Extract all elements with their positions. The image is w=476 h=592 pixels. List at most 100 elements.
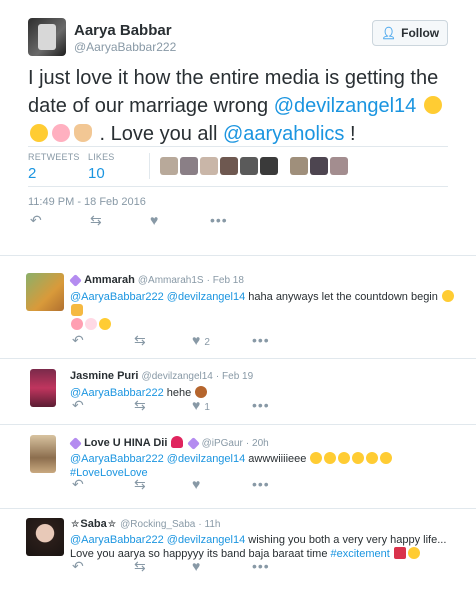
- liker-avatar[interactable]: [330, 157, 348, 175]
- liker-avatar[interactable]: [200, 157, 218, 175]
- reply-date[interactable]: · Feb 19: [216, 371, 253, 382]
- smile-emoji-icon: [407, 547, 420, 559]
- liker-avatar[interactable]: [240, 157, 258, 175]
- liker-avatar[interactable]: [310, 157, 328, 175]
- heart-eyes-emoji-icon: [352, 452, 365, 464]
- liker-avatars: [160, 157, 348, 175]
- avatar[interactable]: [26, 518, 64, 556]
- like-icon[interactable]: ♥: [150, 212, 158, 228]
- reply-author-name[interactable]: Love U HINA Dii: [84, 437, 167, 449]
- avatar[interactable]: [30, 435, 56, 473]
- retweet-icon[interactable]: ⇆: [134, 558, 146, 575]
- liker-avatar[interactable]: [180, 157, 198, 175]
- heart-eyes-emoji-icon: [380, 452, 393, 464]
- reply-author-name[interactable]: Ammarah: [84, 274, 135, 286]
- likes-count: 10: [88, 165, 105, 182]
- follow-label: Follow: [401, 26, 440, 40]
- mention-link[interactable]: @AaryaBabbar222 @devilzangel14: [70, 534, 245, 546]
- more-icon[interactable]: •••: [252, 332, 270, 348]
- reply-author-name[interactable]: Saba: [80, 518, 106, 530]
- wink-emoji-icon: [423, 96, 442, 114]
- kiss-emoji-icon: [85, 318, 97, 330]
- more-icon[interactable]: •••: [252, 397, 270, 413]
- sparkle-icon: [186, 437, 200, 450]
- retweet-icon[interactable]: ⇆: [134, 476, 146, 493]
- likes-stat[interactable]: LIKES 10: [88, 152, 115, 182]
- retweets-stat[interactable]: RETWEETS 2: [28, 152, 80, 182]
- blush-emoji-icon: [52, 124, 70, 142]
- more-icon[interactable]: •••: [210, 212, 228, 228]
- liker-avatar[interactable]: [160, 157, 178, 175]
- reply-date[interactable]: · 11h: [198, 519, 220, 530]
- red-heart-icon: [171, 436, 184, 448]
- heart-eyes-emoji-icon: [366, 452, 379, 464]
- retweet-icon[interactable]: ⇆: [134, 397, 146, 414]
- reply-icon[interactable]: ↶: [30, 212, 42, 229]
- reply-text: @AaryaBabbar222 @devilzangel14 wishing y…: [70, 533, 455, 561]
- tweet-text: I just love it how the entire media is g…: [28, 64, 458, 148]
- smile-emoji-icon: [99, 318, 111, 330]
- retweets-label: RETWEETS: [28, 152, 80, 162]
- hashtag-link[interactable]: #excitement: [331, 548, 390, 560]
- follow-button[interactable]: 👤︎ Follow: [372, 20, 448, 46]
- reply-icon[interactable]: ↶: [72, 558, 84, 575]
- reply-text-body: awwwiiiieee: [245, 453, 310, 465]
- thumbs-up-emoji-icon: [71, 304, 83, 316]
- reply-icon[interactable]: ↶: [72, 332, 84, 349]
- reply-header: Love U HINA Dii @iPGaur · 20h: [69, 436, 269, 450]
- reply-author-handle[interactable]: @Ammarah1S: [138, 275, 204, 286]
- liker-avatar[interactable]: [220, 157, 238, 175]
- reply-icon[interactable]: ↶: [72, 397, 84, 414]
- retweet-icon[interactable]: ⇆: [134, 332, 146, 349]
- reply-text-body: hehe: [163, 387, 195, 399]
- mention-link[interactable]: @devilzangel14: [274, 95, 417, 117]
- mention-link[interactable]: @aaryaholics: [223, 123, 344, 145]
- heart-eyes-emoji-icon: [310, 452, 323, 464]
- heart-eyes-emoji-icon: [338, 452, 351, 464]
- like-icon[interactable]: ♥: [192, 476, 200, 492]
- author-name[interactable]: Aarya Babbar: [74, 22, 172, 39]
- liker-avatar[interactable]: [260, 157, 278, 175]
- mention-link[interactable]: @AaryaBabbar222 @devilzangel14: [70, 291, 245, 303]
- retweets-count: 2: [28, 165, 37, 182]
- ok-hand-emoji-icon: [74, 124, 92, 142]
- add-user-icon: 👤︎: [380, 26, 397, 40]
- star-icon: ✮: [107, 519, 117, 530]
- author-avatar[interactable]: [28, 18, 66, 56]
- reply-author-name[interactable]: Jasmine Puri: [70, 370, 138, 382]
- author-handle[interactable]: @AaryaBabbar222: [74, 40, 176, 54]
- reply-tweet: Love U HINA Dii @iPGaur · 20h @AaryaBabb…: [0, 425, 476, 509]
- tweet-timestamp[interactable]: 11:49 PM - 18 Feb 2016: [28, 196, 146, 208]
- more-icon[interactable]: •••: [252, 558, 270, 574]
- dancer-emoji-icon: [393, 547, 406, 559]
- divider: [28, 186, 448, 187]
- like-icon[interactable]: ♥ 2: [192, 332, 210, 348]
- reply-author-handle[interactable]: @iPGaur: [202, 438, 243, 449]
- reply-header: ✮Saba✮ @Rocking_Saba · 11h: [70, 518, 220, 530]
- reply-icon[interactable]: ↶: [72, 476, 84, 493]
- reply-header: Jasmine Puri @devilzangel14 · Feb 19: [70, 370, 253, 382]
- reply-author-handle[interactable]: @devilzangel14: [142, 371, 213, 382]
- reply-text-body: wishing you both a very very happy life.…: [245, 534, 447, 546]
- reply-tweet: Ammarah @Ammarah1S · Feb 18 @AaryaBabbar…: [0, 263, 476, 359]
- like-count: 2: [204, 337, 210, 348]
- avatar[interactable]: [26, 273, 64, 311]
- retweet-icon[interactable]: ⇆: [90, 212, 102, 229]
- mention-link[interactable]: @AaryaBabbar222 @devilzangel14: [70, 453, 245, 465]
- reply-date[interactable]: · Feb 18: [207, 275, 244, 286]
- like-icon[interactable]: ♥: [192, 558, 200, 574]
- like-count: 1: [204, 402, 210, 413]
- divider: [149, 153, 150, 179]
- mention-link[interactable]: @AaryaBabbar222: [70, 387, 164, 399]
- liker-avatar[interactable]: [290, 157, 308, 175]
- tweet-text-middle: . Love you all: [94, 123, 223, 145]
- star-icon: ✮: [71, 519, 80, 530]
- reply-date[interactable]: · 20h: [246, 438, 269, 449]
- like-icon[interactable]: ♥ 1: [192, 397, 210, 413]
- avatar[interactable]: [30, 369, 56, 407]
- reply-text: @AaryaBabbar222 @devilzangel14 haha anyw…: [70, 290, 455, 332]
- reply-header: Ammarah @Ammarah1S · Feb 18: [69, 274, 244, 287]
- more-icon[interactable]: •••: [252, 476, 270, 492]
- reply-author-handle[interactable]: @Rocking_Saba: [120, 519, 195, 530]
- grin-emoji-icon: [441, 290, 454, 302]
